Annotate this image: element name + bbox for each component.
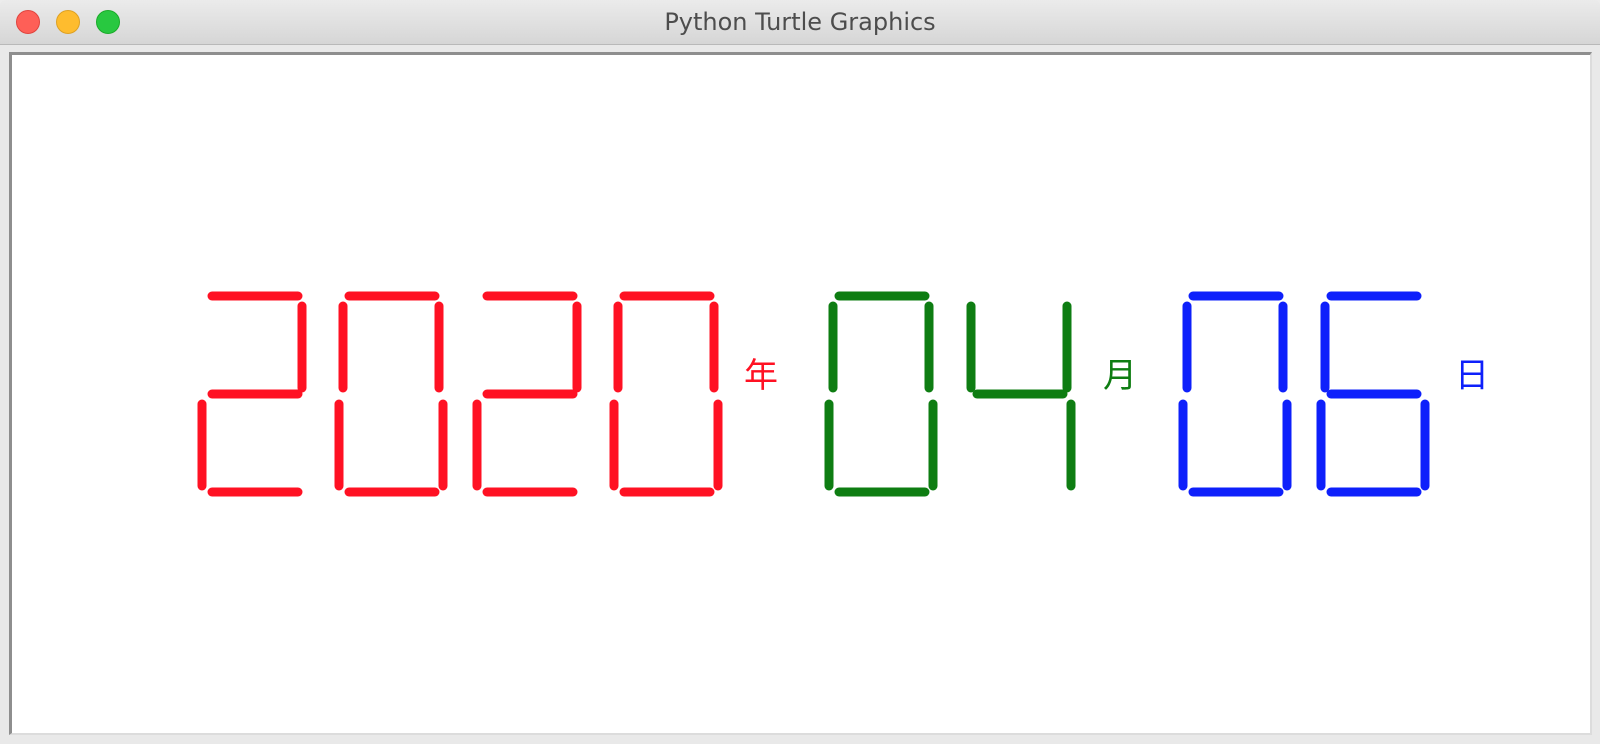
- month-unit-label: 月: [1103, 356, 1137, 396]
- day-digit-1: [1178, 291, 1292, 497]
- year-digit-1: [197, 291, 307, 497]
- month-digits: [824, 291, 1076, 497]
- day-unit-label: 日: [1455, 356, 1489, 396]
- month-digit-1: [824, 291, 938, 497]
- year-digits: [197, 291, 723, 497]
- year-unit-label: 年: [744, 356, 778, 396]
- seven-segment-date-display: 年 月 日: [197, 291, 1489, 497]
- month-group: 月: [824, 291, 1137, 497]
- year-digit-2: [334, 291, 448, 497]
- turtle-canvas: 年 月 日: [9, 52, 1592, 735]
- window-title: Python Turtle Graphics: [664, 8, 936, 36]
- year-digit-4: [609, 291, 723, 497]
- turtle-window: Python Turtle Graphics 年 月 日: [0, 0, 1600, 744]
- day-digits: [1178, 291, 1430, 497]
- year-group: 年: [197, 291, 778, 497]
- day-group: 日: [1178, 291, 1489, 497]
- month-digit-2: [966, 301, 1076, 491]
- year-digit-3: [472, 291, 582, 497]
- day-digit-2: [1316, 291, 1430, 497]
- title-bar[interactable]: Python Turtle Graphics: [0, 0, 1600, 45]
